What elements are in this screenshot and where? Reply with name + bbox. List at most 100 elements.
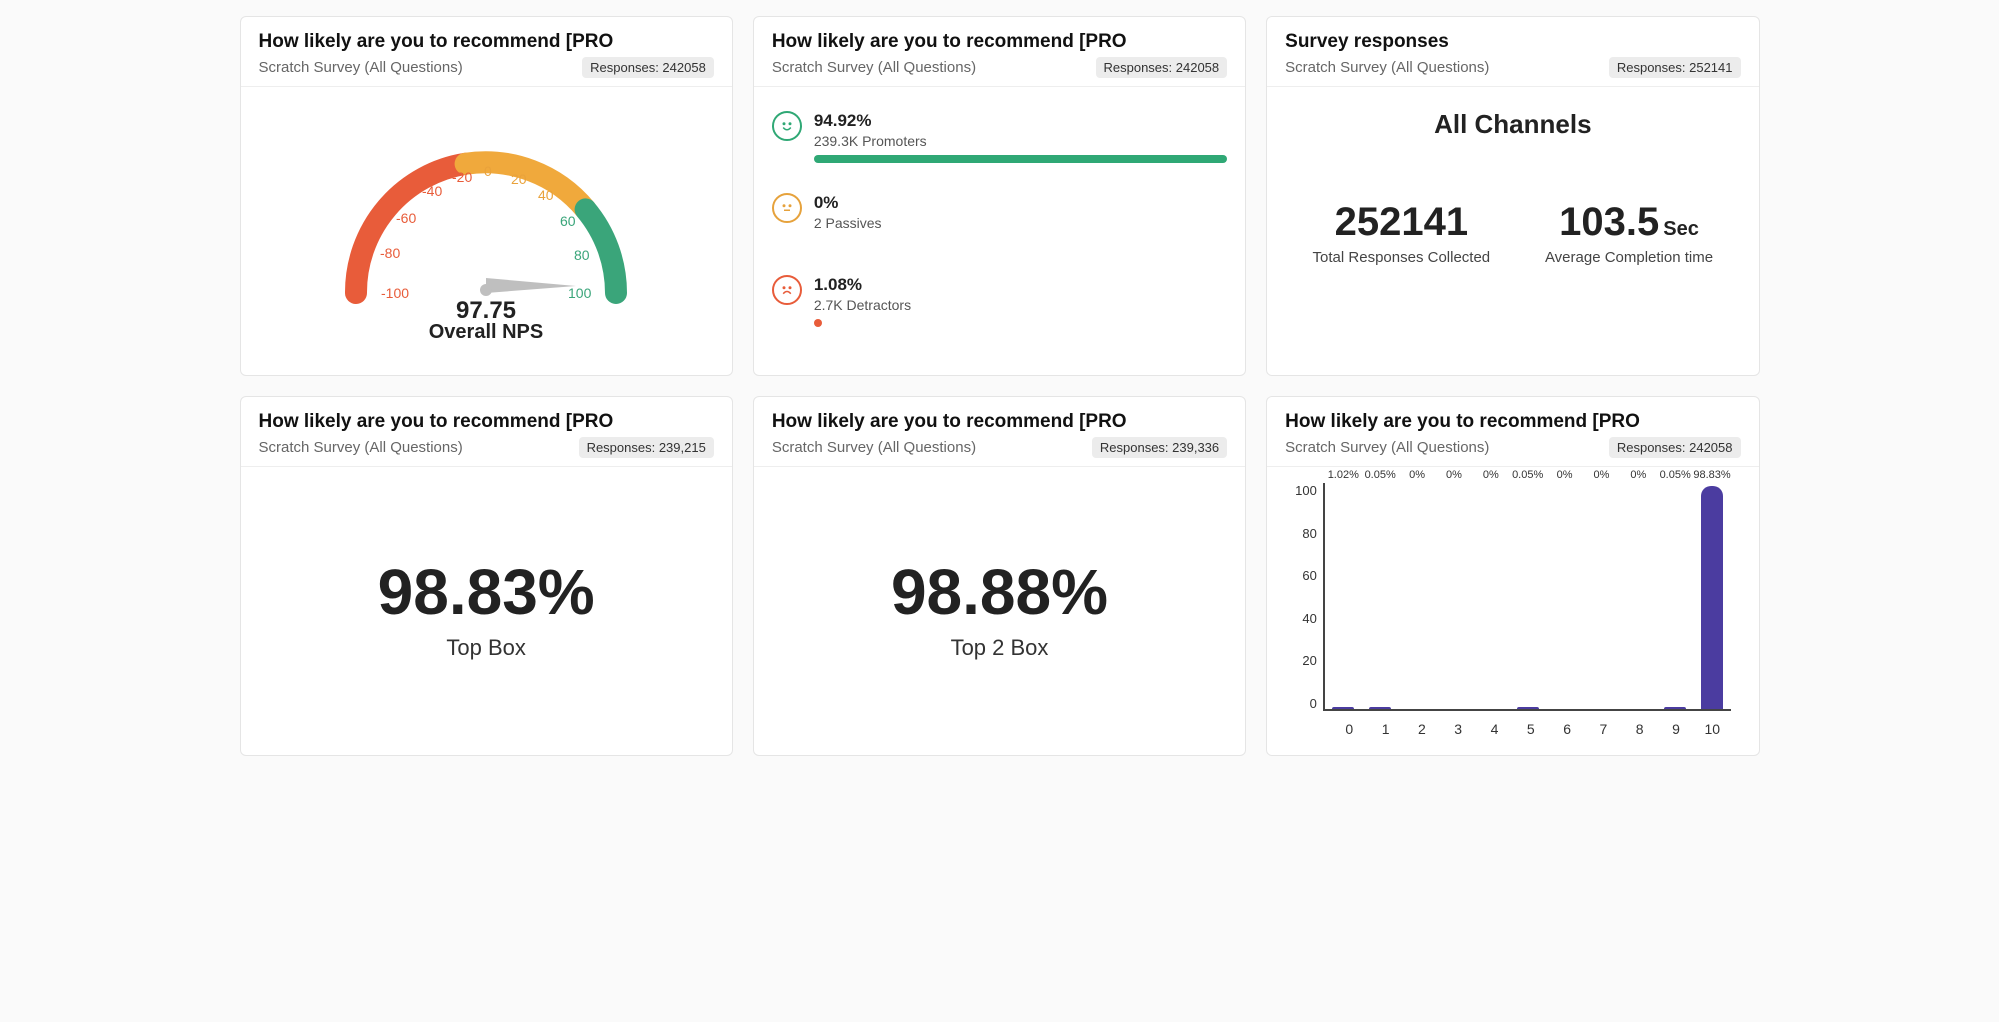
- detractors-desc: 2.7K Detractors: [814, 297, 1227, 313]
- nps-gauge: -100 -80 -60 -40 -20 0 20 40 60 80 100 9…: [259, 99, 714, 357]
- bar-label: 0%: [1446, 469, 1462, 481]
- detractors-pct: 1.08%: [814, 275, 1227, 295]
- x-tick: 4: [1476, 711, 1512, 737]
- bar-col: 0%: [1546, 483, 1583, 709]
- card-top-box[interactable]: How likely are you to recommend [PRO Scr…: [240, 396, 733, 756]
- y-tick: 100: [1295, 483, 1317, 498]
- detractors-row: 1.08% 2.7K Detractors: [772, 275, 1227, 327]
- frown-icon: [772, 275, 802, 305]
- responses-badge: Responses: 239,215: [579, 437, 714, 458]
- card-header: How likely are you to recommend [PRO Scr…: [241, 397, 732, 467]
- promoters-row: 94.92% 239.3K Promoters: [772, 111, 1227, 163]
- bar-col: 0%: [1472, 483, 1509, 709]
- bar-col: 1.02%: [1325, 483, 1362, 709]
- x-tick: 8: [1622, 711, 1658, 737]
- card-subtitle: Scratch Survey (All Questions): [1285, 59, 1489, 76]
- responses-badge: Responses: 242058: [1609, 437, 1741, 458]
- svg-text:-100: -100: [381, 285, 409, 301]
- bar-label: 0%: [1409, 469, 1425, 481]
- svg-text:40: 40: [538, 187, 554, 203]
- passives-desc: 2 Passives: [814, 215, 1227, 231]
- bar-rect: [1664, 707, 1686, 709]
- avg-completion: 103.5Sec Average Completion time: [1545, 200, 1713, 266]
- total-responses-label: Total Responses Collected: [1313, 249, 1491, 266]
- svg-text:-20: -20: [452, 169, 472, 185]
- y-tick: 40: [1302, 611, 1316, 626]
- responses-badge: Responses: 239,336: [1092, 437, 1227, 458]
- bar-col: 0%: [1583, 483, 1620, 709]
- avg-completion-value: 103.5: [1559, 200, 1659, 244]
- card-subtitle: Scratch Survey (All Questions): [259, 59, 463, 76]
- bar-label: 1.02%: [1328, 469, 1359, 481]
- promoters-pct: 94.92%: [814, 111, 1227, 131]
- bar-label: 0%: [1483, 469, 1499, 481]
- svg-text:-40: -40: [422, 183, 442, 199]
- x-tick: 10: [1694, 711, 1730, 737]
- passives-row: 0% 2 Passives: [772, 193, 1227, 245]
- svg-text:80: 80: [574, 247, 590, 263]
- top-box-label: Top Box: [446, 635, 526, 661]
- x-tick: 5: [1513, 711, 1549, 737]
- bar-col: 0%: [1399, 483, 1436, 709]
- x-tick: 7: [1585, 711, 1621, 737]
- bar-label: 0.05%: [1660, 469, 1691, 481]
- x-tick: 2: [1404, 711, 1440, 737]
- card-survey-responses[interactable]: Survey responses Scratch Survey (All Que…: [1266, 16, 1759, 376]
- svg-text:100: 100: [568, 285, 592, 301]
- y-tick: 20: [1302, 653, 1316, 668]
- bar-label: 0%: [1630, 469, 1646, 481]
- y-tick: 0: [1310, 696, 1317, 711]
- total-responses-value: 252141: [1313, 200, 1491, 245]
- svg-text:-80: -80: [380, 245, 400, 261]
- bar-col: 98.83%: [1694, 483, 1731, 709]
- promoters-desc: 239.3K Promoters: [814, 133, 1227, 149]
- card-subtitle: Scratch Survey (All Questions): [772, 59, 976, 76]
- x-axis: 012345678910: [1295, 711, 1730, 737]
- card-title: How likely are you to recommend [PRO: [772, 411, 1227, 433]
- card-subtitle: Scratch Survey (All Questions): [772, 439, 976, 456]
- card-header: How likely are you to recommend [PRO Scr…: [754, 397, 1245, 467]
- bar-col: 0.05%: [1509, 483, 1546, 709]
- y-tick: 60: [1302, 568, 1316, 583]
- svg-text:Overall NPS: Overall NPS: [429, 321, 544, 338]
- smile-icon: [772, 111, 802, 141]
- bar-col: 0%: [1435, 483, 1472, 709]
- total-responses: 252141 Total Responses Collected: [1313, 200, 1491, 266]
- bar-label: 0.05%: [1512, 469, 1543, 481]
- avg-completion-unit: Sec: [1663, 218, 1699, 240]
- card-top-2-box[interactable]: How likely are you to recommend [PRO Scr…: [753, 396, 1246, 756]
- card-header: How likely are you to recommend [PRO Scr…: [754, 17, 1245, 87]
- dashboard-grid: How likely are you to recommend [PRO Scr…: [240, 16, 1760, 756]
- bar-col: 0.05%: [1657, 483, 1694, 709]
- svg-text:0: 0: [484, 163, 492, 179]
- x-tick: 6: [1549, 711, 1585, 737]
- svg-text:-60: -60: [396, 210, 416, 226]
- card-distribution[interactable]: How likely are you to recommend [PRO Scr…: [1266, 396, 1759, 756]
- x-tick: 3: [1440, 711, 1476, 737]
- card-nps-breakdown[interactable]: How likely are you to recommend [PRO Scr…: [753, 16, 1246, 376]
- detractors-bar: [814, 319, 822, 327]
- top-2-box-value: 98.88%: [891, 555, 1108, 629]
- responses-badge: Responses: 242058: [1096, 57, 1228, 78]
- svg-text:97.75: 97.75: [456, 297, 516, 324]
- avg-completion-label: Average Completion time: [1545, 249, 1713, 266]
- bar-label: 0%: [1593, 469, 1609, 481]
- responses-badge: Responses: 252141: [1609, 57, 1741, 78]
- x-tick: 0: [1331, 711, 1367, 737]
- promoters-bar: [814, 155, 1227, 163]
- bar-label: 0%: [1557, 469, 1573, 481]
- bar-label: 98.83%: [1693, 469, 1730, 481]
- bar-col: 0%: [1620, 483, 1657, 709]
- card-nps-gauge[interactable]: How likely are you to recommend [PRO Scr…: [240, 16, 733, 376]
- distribution-chart: 100806040200 1.02%0.05%0%0%0%0.05%0%0%0%…: [1285, 479, 1740, 737]
- bar-col: 0.05%: [1362, 483, 1399, 709]
- neutral-icon: [772, 193, 802, 223]
- x-tick: 9: [1658, 711, 1694, 737]
- x-tick: 1: [1367, 711, 1403, 737]
- passives-pct: 0%: [814, 193, 1227, 213]
- bar-rect: [1369, 707, 1391, 709]
- card-subtitle: Scratch Survey (All Questions): [259, 439, 463, 456]
- top-box-value: 98.83%: [378, 555, 595, 629]
- svg-text:20: 20: [511, 171, 527, 187]
- responses-badge: Responses: 242058: [582, 57, 714, 78]
